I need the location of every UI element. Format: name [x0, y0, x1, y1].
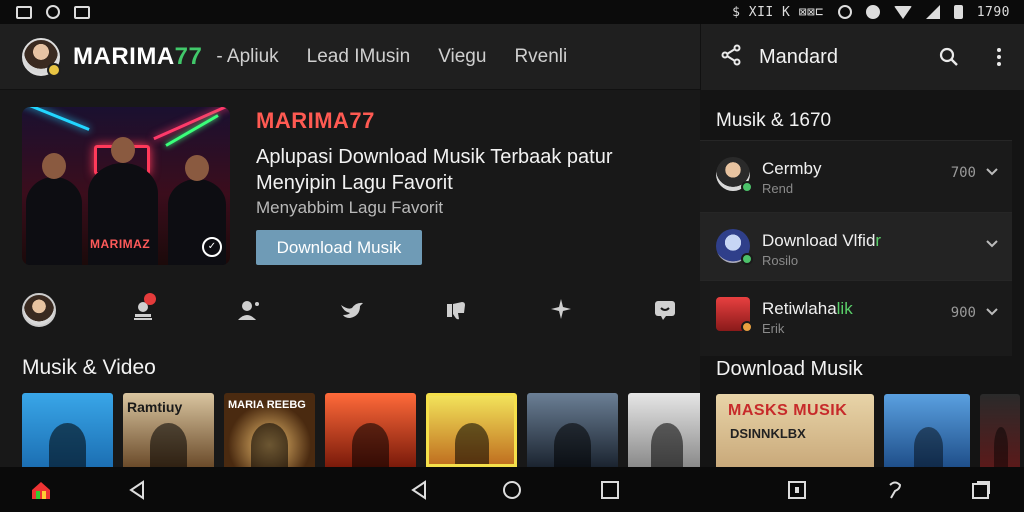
thumbs-down-icon[interactable] [439, 293, 473, 327]
download-thumbnail[interactable]: MASKS MUSIK DSINNKLBX [716, 394, 874, 467]
home-app-icon[interactable] [30, 479, 52, 501]
sparkle-icon[interactable] [544, 293, 578, 327]
chat-icon[interactable] [648, 293, 682, 327]
artist-name: Cermby [762, 159, 822, 178]
download-thumbnail[interactable] [980, 394, 1020, 467]
side-panel-header: Musik & 1670 [716, 110, 832, 131]
nav-item-lead-imusin[interactable]: Lead IMusin [307, 46, 411, 68]
side-panel-bar: Mandard [700, 24, 1024, 90]
status-dot [47, 62, 61, 77]
hero-text: MARIMA77 Aplupasi Download Musik Terbaak… [256, 108, 686, 218]
square-icon[interactable] [786, 479, 808, 501]
artist-list-item[interactable]: Cermby Rend 700 [700, 140, 1012, 212]
artist-avatar [716, 157, 753, 193]
artist-avatar [716, 229, 753, 265]
artist-count: 900 [950, 305, 976, 321]
signal-icon [925, 5, 940, 19]
artist-subtitle: Erik [762, 321, 785, 336]
shield-icon [865, 5, 880, 19]
brand-main: MARIMA [73, 42, 175, 70]
artist-name: Retiwlahalik [762, 299, 853, 318]
profile-avatar[interactable] [22, 293, 56, 327]
share-icon[interactable] [719, 43, 743, 72]
assistant-icon[interactable] [884, 479, 906, 501]
hero-kicker: MARIMA77 [256, 108, 375, 133]
side-section-title: Download Musik [716, 358, 863, 380]
main-content: MARIMA77 - Apliuk Lead IMusin Viegu Rven… [0, 24, 700, 467]
download-music-button[interactable]: Download Musik [256, 230, 422, 265]
thumbnail-title: MASKS MUSIK [728, 402, 848, 419]
avatar[interactable] [22, 37, 61, 77]
gallery-icon [74, 5, 90, 19]
video-thumbnail[interactable] [325, 393, 416, 467]
artist-name: Download Vlfidr [762, 231, 882, 250]
side-panel-title: Mandard [759, 45, 838, 68]
nav-item-rvenli[interactable]: Rvenli [514, 46, 567, 68]
circle-icon [46, 5, 60, 19]
video-thumbnail[interactable]: Ramtiuy [123, 393, 214, 467]
notification-icon[interactable] [126, 293, 160, 327]
brand-accent: 77 [174, 42, 203, 70]
video-thumbnail[interactable] [628, 393, 700, 467]
status-indicators: $ XII K ⊠⊠⊏ [732, 4, 824, 20]
nav-item-viegu[interactable]: Viegu [438, 46, 486, 68]
hero-title: Aplupasi Download Musik Terbaak patur Me… [256, 146, 613, 194]
artist-count: 700 [950, 165, 976, 181]
performer-figure [26, 153, 82, 265]
image-icon [16, 5, 32, 19]
back-icon[interactable] [126, 479, 148, 501]
hero-image[interactable]: MARIMAZ ✓ [22, 107, 230, 265]
rotate-icon[interactable] [970, 479, 992, 501]
chevron-down-icon[interactable] [984, 163, 1000, 179]
chevron-down-icon[interactable] [984, 235, 1000, 251]
artist-subtitle: Rosilo [762, 253, 799, 268]
status-bar: $ XII K ⊠⊠⊏ 1790 [0, 0, 1024, 24]
artist-subtitle: Rend [762, 181, 794, 196]
section-title: Musik & Video [22, 356, 156, 379]
more-options-icon[interactable] [996, 46, 1002, 73]
system-nav-bar [0, 467, 1024, 512]
neon-light [153, 107, 230, 141]
play-icon[interactable]: ✓ [202, 237, 222, 257]
user-icon[interactable] [231, 293, 265, 327]
status-bar-right: $ XII K ⊠⊠⊏ 1790 [732, 5, 1010, 20]
download-thumbnail-row: MASKS MUSIK DSINNKLBX [716, 394, 1024, 467]
alarm-icon [837, 5, 852, 19]
battery-icon [953, 5, 963, 19]
video-thumbnail[interactable] [527, 393, 618, 467]
hero-image-caption: MARIMAZ [90, 237, 151, 251]
video-thumbnail[interactable] [22, 393, 113, 467]
wifi-icon [893, 5, 912, 19]
back-icon[interactable] [408, 479, 430, 501]
artist-avatar [716, 297, 753, 333]
video-thumbnail-row: Ramtiuy MARIA REEBG [22, 393, 700, 467]
top-nav: - Apliuk Lead IMusin Viegu Rvenli [216, 46, 567, 68]
brand-logo[interactable]: MARIMA77 [73, 43, 202, 71]
neon-light [22, 107, 90, 131]
side-panel: Mandard Musik & 1670 Cermby Rend 700 Dow… [700, 24, 1024, 467]
status-time: 1790 [976, 4, 1010, 20]
thumbnail-subtitle: DSINNKLBX [730, 426, 806, 441]
recents-icon[interactable] [599, 479, 621, 501]
download-thumbnail[interactable] [884, 394, 970, 467]
search-icon[interactable] [938, 46, 960, 73]
artist-list-item[interactable]: Retiwlahalik Erik 900 [700, 280, 1012, 356]
status-bar-left [16, 5, 90, 19]
hero-subtitle: Menyabbim Lagu Favorit [256, 198, 444, 217]
video-thumbnail[interactable] [426, 393, 517, 467]
video-thumbnail[interactable]: MARIA REEBG [224, 393, 315, 467]
artist-list-item[interactable]: Download Vlfidr Rosilo [700, 212, 1012, 280]
nav-item-apliuk[interactable]: - Apliuk [216, 46, 278, 68]
chevron-down-icon[interactable] [984, 303, 1000, 319]
app-bar: MARIMA77 - Apliuk Lead IMusin Viegu Rven… [0, 24, 700, 90]
home-icon[interactable] [501, 479, 523, 501]
bird-icon[interactable] [335, 293, 369, 327]
action-icon-row [22, 292, 682, 328]
